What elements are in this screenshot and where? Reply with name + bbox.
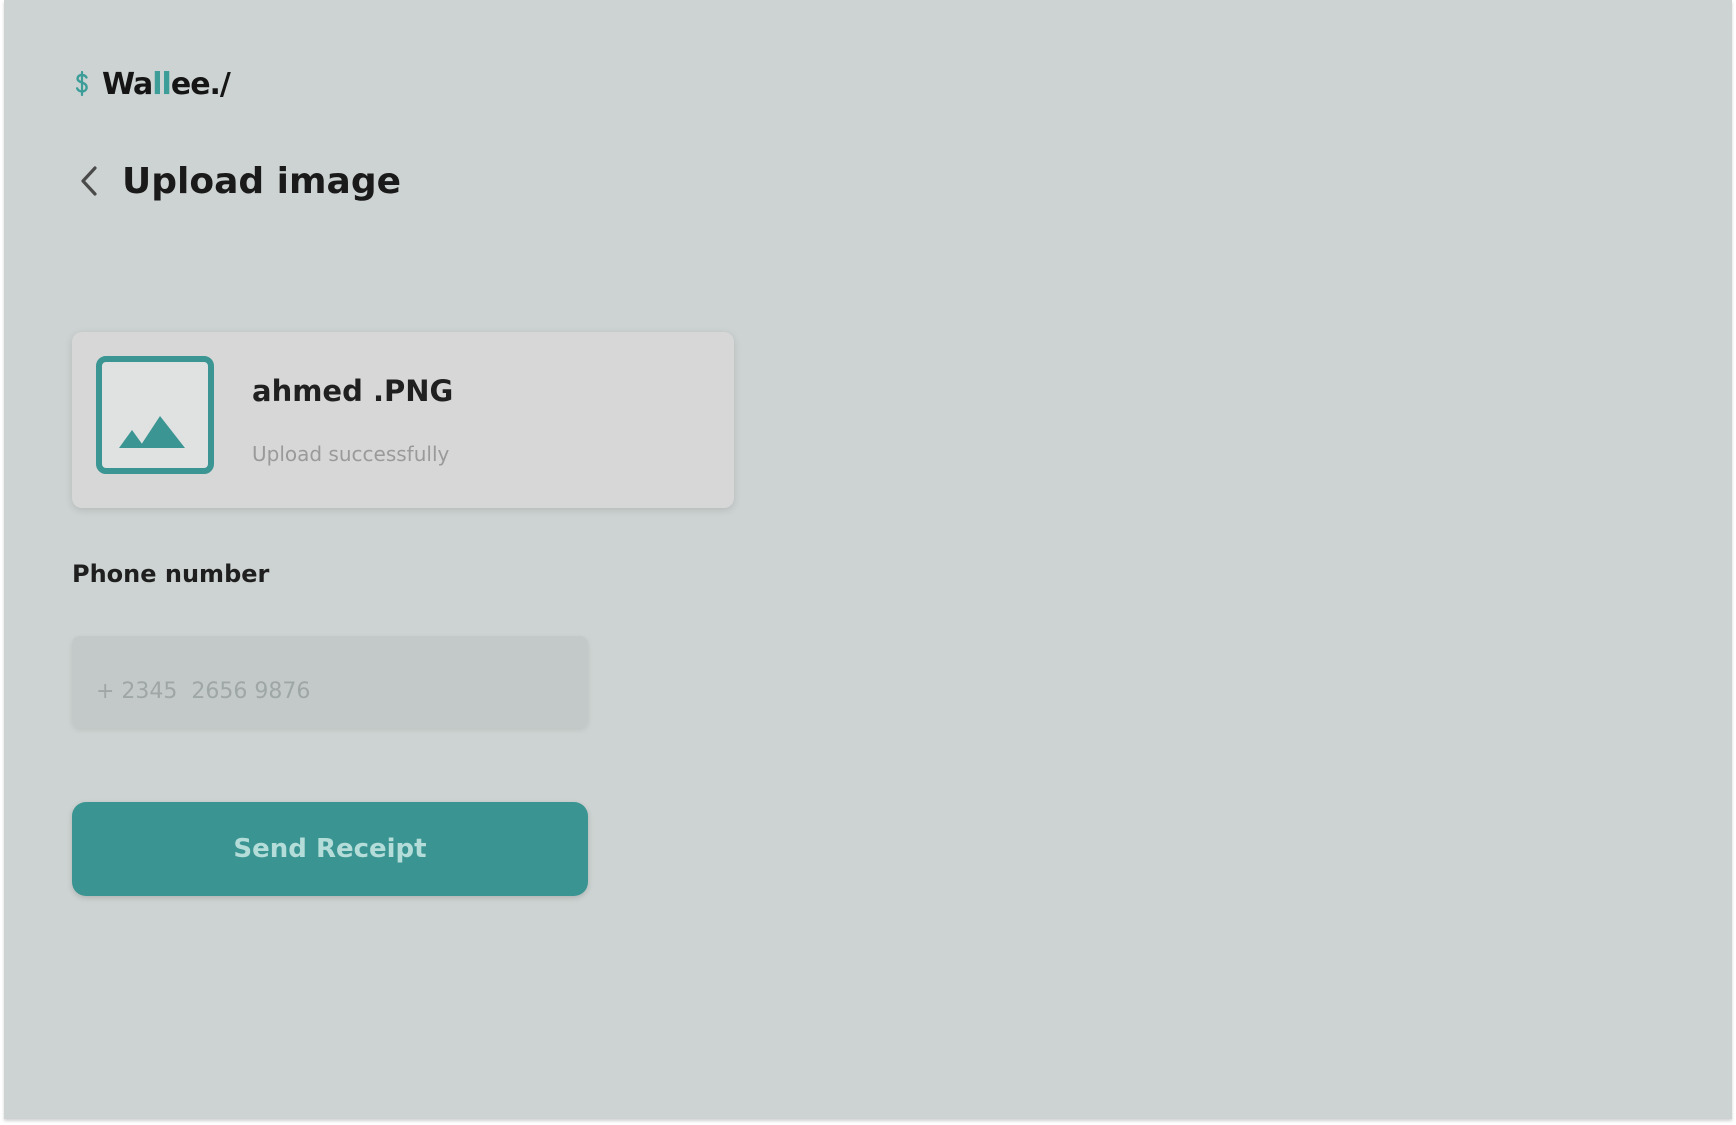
chevron-left-icon xyxy=(81,166,97,196)
brand-name-accent: ll xyxy=(152,66,172,102)
image-icon xyxy=(96,356,214,474)
page-header: Upload image xyxy=(74,157,401,205)
page-title: Upload image xyxy=(122,160,401,202)
upload-status: Upload successfully xyxy=(252,442,450,466)
phone-number-input[interactable] xyxy=(72,636,588,728)
brand-logo: Wallee./ xyxy=(74,66,231,102)
brand-name-suffix: ee./ xyxy=(170,66,231,102)
file-name: ahmed .PNG xyxy=(252,374,454,408)
send-receipt-button[interactable]: Send Receipt xyxy=(72,802,588,896)
phone-number-label: Phone number xyxy=(72,560,270,588)
app-window: Wallee./ Upload image ahmed .PNG Upload … xyxy=(4,0,1732,1119)
brand-name-prefix: Wa xyxy=(102,66,153,102)
brand-name: Wallee./ xyxy=(102,66,231,102)
dollar-icon xyxy=(74,70,90,98)
uploaded-file-card: ahmed .PNG Upload successfully xyxy=(72,332,734,508)
back-button[interactable] xyxy=(74,161,104,201)
